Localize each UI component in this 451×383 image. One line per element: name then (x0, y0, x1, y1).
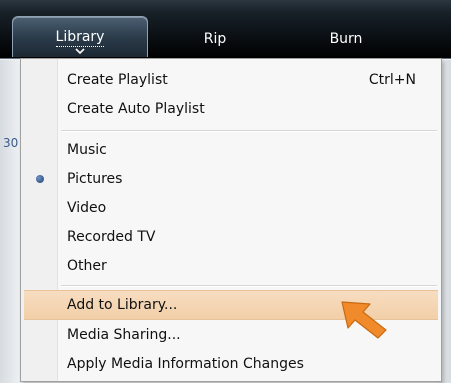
menu-item-shortcut: Ctrl+N (368, 72, 416, 88)
tab-library-label: Library (55, 29, 105, 47)
menu-item-label: Media Sharing... (67, 327, 181, 343)
menu-item-pictures[interactable]: Pictures (24, 165, 438, 193)
menu-item-label: Recorded TV (67, 229, 156, 245)
tab-burn[interactable]: Burn (306, 20, 386, 58)
menu-item-create-auto-playlist[interactable]: Create Auto Playlist (24, 95, 438, 123)
menu-item-recorded-tv[interactable]: Recorded TV (24, 223, 438, 251)
menu-item-create-playlist[interactable]: Create Playlist Ctrl+N (24, 66, 438, 94)
menu-item-other[interactable]: Other (24, 252, 438, 280)
menu-item-label: Music (67, 142, 107, 158)
menu-item-label: Add to Library... (67, 297, 178, 313)
menu-separator (61, 130, 437, 132)
menu-item-label: Video (67, 200, 107, 216)
menu-separator (61, 285, 437, 287)
menu-item-label: Create Playlist (67, 72, 168, 88)
menu-item-video[interactable]: Video (24, 194, 438, 222)
menu-item-label: Create Auto Playlist (67, 101, 205, 117)
tab-rip-label: Rip (203, 31, 227, 47)
background-partial-text: 30 (3, 136, 19, 150)
menu-item-music[interactable]: Music (24, 136, 438, 164)
toolbar-gloss (0, 0, 451, 12)
tab-library[interactable]: Library (12, 16, 148, 57)
menu-item-label: Other (67, 258, 107, 274)
menu-item-label: Apply Media Information Changes (67, 356, 304, 372)
arrow-pointer-icon (341, 301, 387, 339)
tab-burn-label: Burn (329, 31, 363, 47)
chevron-down-icon[interactable] (75, 47, 85, 55)
radio-selected-icon (36, 175, 44, 183)
app-left-panel (0, 60, 20, 383)
top-toolbar: Library Rip Burn (0, 0, 451, 59)
menu-item-apply-media-info[interactable]: Apply Media Information Changes (24, 350, 438, 378)
menu-item-label: Pictures (67, 171, 123, 187)
tab-rip[interactable]: Rip (175, 20, 255, 58)
